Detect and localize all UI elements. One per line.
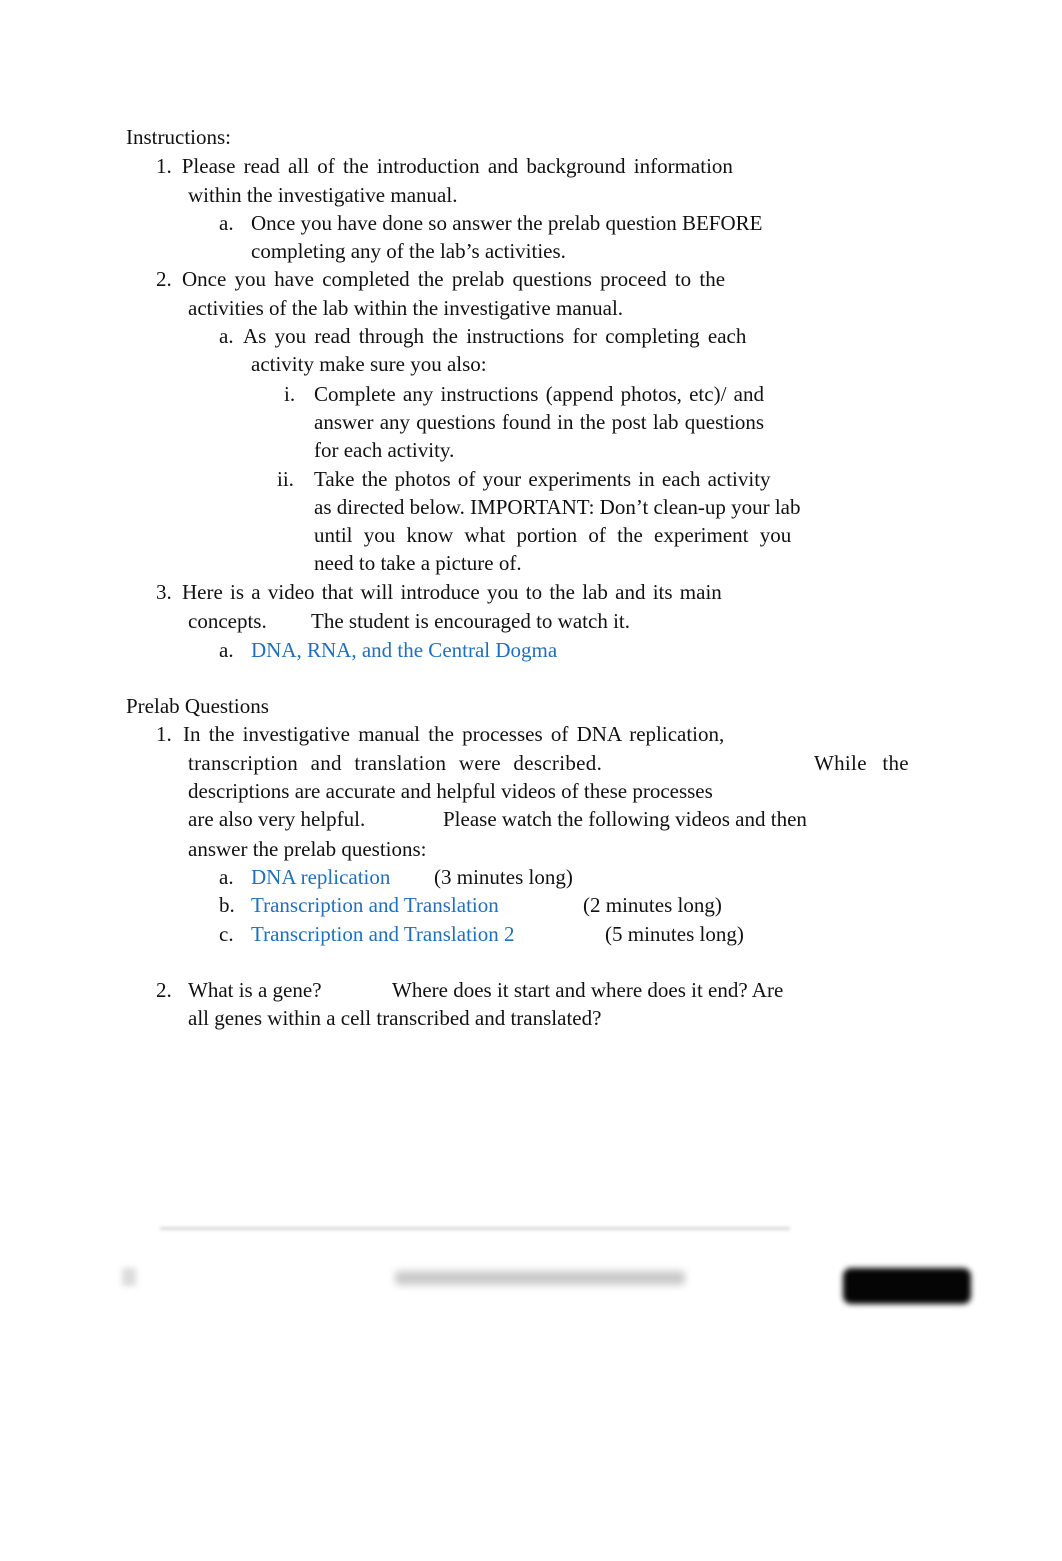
instruction-1a-line1: Once you have done so answer the prelab …	[251, 211, 763, 235]
instruction-3-line2a: concepts.	[188, 609, 267, 633]
list-number: 1.	[156, 722, 172, 746]
prelab-q2-line1a: What is a gene?	[188, 978, 322, 1002]
list-label: a.	[219, 865, 234, 889]
list-label: a.	[219, 211, 234, 235]
list-label: a.	[219, 324, 234, 348]
prelab-q2-line1b: Where does it start and where does it en…	[392, 978, 784, 1002]
footer-logo-blurred	[843, 1268, 971, 1304]
footer-page-number-blurred	[122, 1268, 136, 1286]
instruction-3-line2b: The student is encouraged to watch it.	[311, 609, 630, 633]
instruction-2ai-line3: for each activity.	[314, 438, 455, 462]
list-label: c.	[219, 922, 234, 946]
instruction-3-line1: Here is a video that will introduce you …	[182, 580, 722, 604]
instruction-2a-line2: activity make sure you also:	[251, 352, 487, 376]
list-label: b.	[219, 893, 235, 917]
prelab-q1-line2a: transcription and translation were descr…	[188, 751, 603, 775]
instruction-2aii-line4: need to take a picture of.	[314, 551, 522, 575]
video-duration: (3 minutes long)	[434, 865, 573, 889]
instruction-2ai-line2: answer any questions found in the post l…	[314, 410, 765, 434]
prelab-q2-line2: all genes within a cell transcribed and …	[188, 1006, 602, 1030]
prelab-q1-line1: In the investigative manual the processe…	[183, 722, 725, 746]
footer-divider	[160, 1227, 790, 1230]
video-duration: (2 minutes long)	[583, 893, 722, 917]
prelab-q1-line2b: While the	[814, 751, 909, 775]
list-number: 1.	[156, 154, 172, 178]
instruction-2ai-line1: Complete any instructions (append photos…	[314, 382, 764, 406]
instruction-text: Please read all of the introduction and …	[181, 154, 733, 178]
prelab-heading: Prelab Questions	[126, 694, 269, 718]
prelab-q1-line4a: are also very helpful.	[188, 807, 366, 831]
instruction-2aii-line1: Take the photos of your experiments in e…	[314, 467, 771, 491]
list-label: a.	[219, 638, 234, 662]
prelab-q1-line3: descriptions are accurate and helpful vi…	[188, 779, 713, 803]
list-number: 3.	[156, 580, 172, 604]
instruction-1-text: Please read all of the introduction and …	[182, 153, 790, 179]
instruction-1a-line2: completing any of the lab’s activities.	[251, 239, 566, 263]
instruction-2aii-line3: until you know what portion of the exper…	[314, 523, 792, 547]
instruction-2aii-line2: as directed below. IMPORTANT: Don’t clea…	[314, 495, 801, 519]
instruction-2-line1: Once you have completed the prelab quest…	[182, 267, 726, 291]
video-link-central-dogma[interactable]: DNA, RNA, and the Central Dogma	[251, 637, 557, 663]
prelab-q1-line4b: Please watch the following videos and th…	[443, 807, 807, 831]
instruction-2-line2: activities of the lab within the investi…	[188, 296, 624, 320]
list-number: 2.	[156, 978, 172, 1002]
instruction-2a-line1: As you read through the instructions for…	[243, 324, 747, 348]
video-link-transcription-translation-2[interactable]: Transcription and Translation 2	[251, 921, 514, 947]
video-link-transcription-translation[interactable]: Transcription and Translation	[251, 892, 499, 918]
list-label: ii.	[277, 467, 294, 491]
instruction-1-line2: within the investigative manual.	[188, 183, 458, 207]
footer-text-blurred	[395, 1271, 685, 1285]
list-number: 2.	[156, 267, 172, 291]
instruction-1-line1: 1. Please read all of the introduction a…	[156, 153, 790, 179]
prelab-q1-line5: answer the prelab questions:	[188, 837, 427, 861]
instructions-heading: Instructions:	[126, 125, 231, 149]
video-duration: (5 minutes long)	[605, 922, 744, 946]
video-link-dna-replication[interactable]: DNA replication	[251, 864, 390, 890]
list-label: i.	[284, 382, 296, 406]
